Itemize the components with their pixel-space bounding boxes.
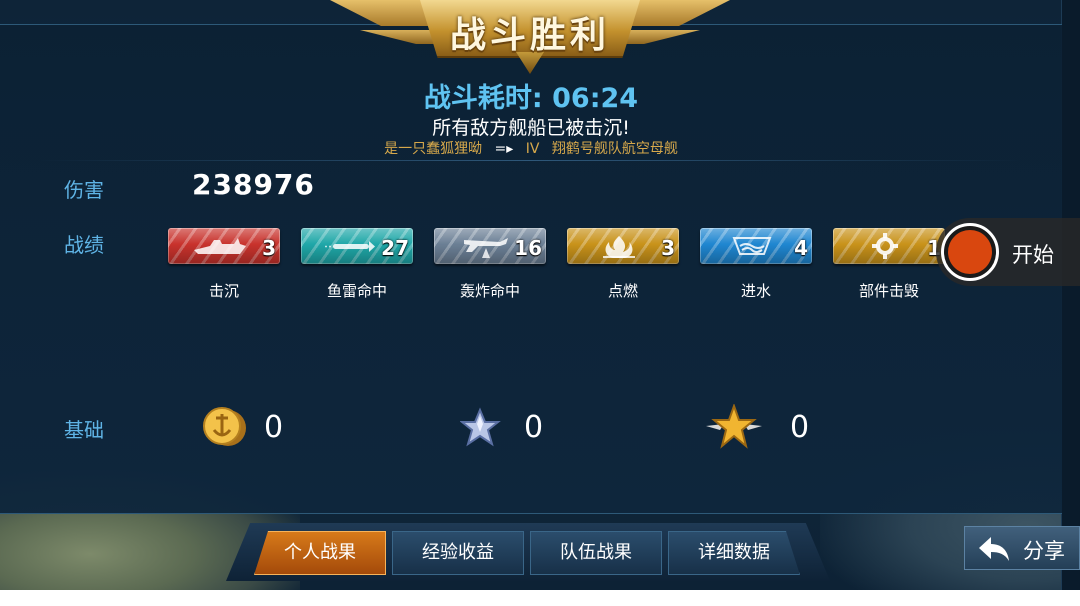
record-start-label: 开始 xyxy=(1012,243,1054,267)
medal-fire[interactable]: 3 xyxy=(567,228,679,264)
ship-name: 翔鹤号舰队航空母舰 xyxy=(551,141,678,157)
base-commander-exp-value: 0 xyxy=(790,410,810,445)
divider xyxy=(40,160,1020,161)
gear-icon xyxy=(872,233,898,259)
record-button[interactable] xyxy=(941,223,999,281)
bottom-band xyxy=(0,590,1080,606)
medal-flooding[interactable]: 4 xyxy=(700,228,812,264)
victory-title: 战斗胜利 xyxy=(449,15,610,56)
medal-count: 4 xyxy=(794,236,808,260)
torpedo-icon xyxy=(325,241,375,252)
medal-label-flooding: 进水 xyxy=(740,282,771,300)
share-button[interactable]: 分享 xyxy=(964,526,1080,570)
medal-bomb[interactable]: 16 xyxy=(434,228,546,264)
medal-count: 27 xyxy=(381,236,409,260)
damage-value: 238976 xyxy=(192,168,315,201)
victory-emblem: 战斗胜利 xyxy=(330,0,730,74)
gold-winged-star-icon xyxy=(706,404,762,449)
arrow-icon: =▸ xyxy=(494,141,514,157)
medal-sink[interactable]: 3 xyxy=(168,228,280,264)
record-dot-icon xyxy=(948,230,992,274)
screen-record-widget[interactable]: 开始 xyxy=(936,218,1080,286)
medal-label-sink: 击沉 xyxy=(208,282,239,300)
tab-team-results[interactable]: 队伍战果 xyxy=(530,531,662,575)
base-experience-value: 0 xyxy=(524,410,544,445)
tab-detailed-data[interactable]: 详细数据 xyxy=(668,531,800,575)
tab-experience-gain[interactable]: 经验收益 xyxy=(392,531,524,575)
fire-icon xyxy=(603,236,635,258)
battle-result-screen: 战斗胜利 战斗耗时: 06:24 所有敌方舰船已被击沉! 是一只蠢狐狸呦 =▸ … xyxy=(0,0,1080,606)
battle-result-text: 所有敌方舰船已被击沉! xyxy=(432,117,630,139)
tab-personal-results[interactable]: 个人战果 xyxy=(254,531,386,575)
records-label: 战绩 xyxy=(64,233,104,257)
gold-coin-icon xyxy=(203,407,246,446)
battle-duration: 战斗耗时: 06:24 xyxy=(423,83,639,114)
player-ship-line: 是一只蠢狐狸呦 =▸ IV 翔鹤号舰队航空母舰 xyxy=(0,138,1062,158)
medal-label-fire: 点燃 xyxy=(607,282,638,300)
ship-tier: IV xyxy=(525,141,540,157)
medal-label-module: 部件击毁 xyxy=(858,282,919,300)
medal-label-torpedo: 鱼雷命中 xyxy=(326,282,387,300)
flooding-icon xyxy=(732,237,772,255)
silver-star-icon xyxy=(460,407,501,447)
ship-silhouette-icon xyxy=(194,238,246,254)
base-label: 基础 xyxy=(64,418,104,442)
base-coin-value: 0 xyxy=(264,410,284,445)
player-name: 是一只蠢狐狸呦 xyxy=(384,141,483,157)
share-arrow-icon xyxy=(979,537,1009,561)
medal-count: 16 xyxy=(514,236,542,260)
medal-count: 3 xyxy=(262,236,276,260)
side-strip xyxy=(1061,0,1080,590)
bomber-icon xyxy=(464,238,508,258)
share-label: 分享 xyxy=(1023,539,1065,563)
damage-label: 伤害 xyxy=(64,178,104,202)
medal-module-destroyed[interactable]: 1 xyxy=(833,228,945,264)
medal-label-bomb: 轰炸命中 xyxy=(459,282,520,300)
medal-torpedo[interactable]: 27 xyxy=(301,228,413,264)
medal-count: 3 xyxy=(661,236,675,260)
